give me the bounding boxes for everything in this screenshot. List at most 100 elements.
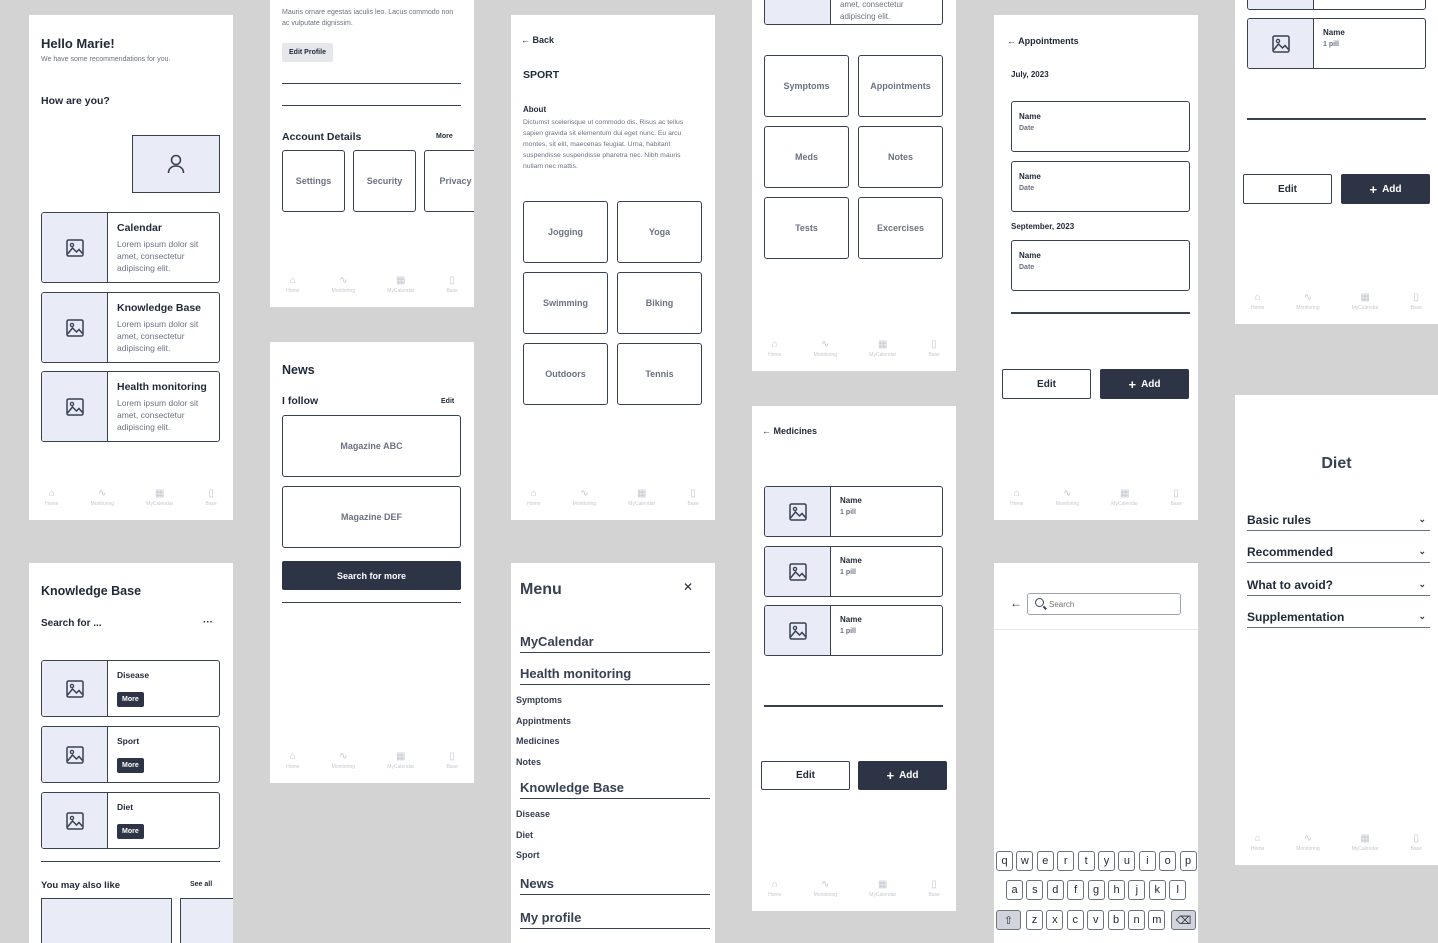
appointment-item[interactable]: Name Date [1011,101,1190,152]
nav-home[interactable]: ⌂ Home [768,879,781,898]
suggestion-card[interactable] [180,898,233,943]
kb-item[interactable]: Disease More [41,660,220,717]
menu-my-profile[interactable]: My profile [520,910,710,929]
menu-item[interactable]: Appintments [516,716,571,726]
edit-profile-button[interactable]: Edit Profile [282,43,333,62]
nav-home[interactable]: ⌂ Home [286,751,299,770]
nav-monitoring[interactable]: ∿ Monitoring [814,339,837,358]
monitoring-tile[interactable]: Notes [858,126,943,188]
back-button[interactable]: ← Back [521,35,554,45]
kb-item[interactable]: Sport More [41,726,220,783]
nav-calendar[interactable]: ▦ MyCalendar [387,275,414,294]
nav-calendar[interactable]: ▦ MyCalendar [1111,488,1138,507]
nav-calendar[interactable]: ▦ MyCalendar [387,751,414,770]
page-title[interactable]: ← Appointments [1007,36,1079,46]
menu-item[interactable]: Symptoms [516,695,562,705]
key-x[interactable]: x [1046,910,1064,930]
sport-tile[interactable]: Jogging [523,201,608,263]
appointment-item[interactable]: Name Date [1011,240,1190,291]
key-d[interactable]: d [1046,880,1064,900]
health-monitoring-card[interactable]: Health monitoring Lorem ipsum dolor sit … [41,371,220,442]
key-o[interactable]: o [1159,851,1177,871]
add-button[interactable]: + Add [1341,174,1430,204]
nav-base[interactable]: ▯ Base [1170,488,1181,507]
avatar[interactable] [132,135,220,193]
see-all-link[interactable]: See all [190,881,212,888]
nav-calendar[interactable]: ▦ MyCalendar [628,488,655,507]
menu-item[interactable]: Medicines [516,736,560,746]
nav-calendar[interactable]: ▦ MyCalendar [1352,833,1379,852]
nav-calendar[interactable]: ▦ MyCalendar [869,339,896,358]
more-link[interactable]: More [436,133,453,140]
sport-tile[interactable]: Outdoors [523,343,608,405]
nav-home[interactable]: ⌂ Home [768,339,781,358]
security-tile[interactable]: Security [353,150,416,212]
accordion-supplementation[interactable]: Supplementation ⌄ [1247,610,1430,628]
nav-base[interactable]: ▯ Base [1411,833,1422,852]
key-h[interactable]: h [1108,880,1125,900]
nav-home[interactable]: ⌂ Home [286,275,299,294]
menu-item[interactable]: Disease [516,809,550,819]
key-t[interactable]: t [1077,851,1095,871]
appointment-item[interactable]: Name Date [1011,161,1190,212]
key-k[interactable]: k [1148,880,1166,900]
nav-base[interactable]: ▯ Base [446,751,457,770]
more-button[interactable]: More [117,758,144,773]
magazine-card[interactable]: Magazine DEF [282,486,461,548]
nav-monitoring[interactable]: ∿ Monitoring [814,879,837,898]
menu-item[interactable]: Notes [516,757,541,767]
more-button[interactable]: More [117,824,144,839]
key-s[interactable]: s [1026,880,1044,900]
pill-item[interactable]: Name 1 pill [1247,18,1426,69]
monitoring-tile[interactable]: Excercises [858,197,943,259]
nav-home[interactable]: ⌂ Home [1251,833,1264,852]
key-q[interactable]: q [996,851,1013,871]
nav-monitoring[interactable]: ∿ Monitoring [332,275,355,294]
add-button[interactable]: + Add [858,761,947,790]
key-l[interactable]: l [1169,880,1187,900]
settings-tile[interactable]: Settings [282,150,345,212]
key-g[interactable]: g [1087,880,1105,900]
menu-news[interactable]: News [520,876,710,895]
monitoring-tile[interactable]: Appointments [858,55,943,117]
medicine-item[interactable]: Name 1 pill [764,605,943,656]
edit-button[interactable]: Edit [1243,174,1332,204]
sport-tile[interactable]: Swimming [523,272,608,334]
top-card[interactable] [1247,0,1426,10]
key-p[interactable]: p [1179,851,1197,871]
backspace-key-icon[interactable]: ⌫ [1171,910,1196,930]
key-e[interactable]: e [1036,851,1054,871]
add-button[interactable]: + Add [1100,369,1189,399]
menu-health-monitoring[interactable]: Health monitoring [520,666,710,685]
more-button[interactable]: More [117,692,144,707]
monitoring-tile[interactable]: Symptoms [764,55,849,117]
sport-tile[interactable]: Yoga [617,201,702,263]
key-v[interactable]: v [1087,910,1105,930]
back-arrow-icon[interactable]: ← [1010,596,1022,610]
key-y[interactable]: y [1098,851,1115,871]
more-options-icon[interactable]: ··· [203,617,213,628]
nav-base[interactable]: ▯ Base [687,488,698,507]
nav-calendar[interactable]: ▦ MyCalendar [1352,292,1379,311]
nav-base[interactable]: ▯ Base [928,879,939,898]
nav-monitoring[interactable]: ∿ Monitoring [1296,833,1319,852]
key-i[interactable]: i [1138,851,1156,871]
shift-key-icon[interactable]: ⇧ [996,910,1021,930]
nav-monitoring[interactable]: ∿ Monitoring [91,488,114,507]
privacy-tile[interactable]: Privacy [424,150,474,212]
medicine-item[interactable]: Name 1 pill [764,486,943,537]
nav-calendar[interactable]: ▦ MyCalendar [146,488,173,507]
key-r[interactable]: r [1057,851,1075,871]
sport-tile[interactable]: Tennis [617,343,702,405]
key-f[interactable]: f [1067,880,1085,900]
menu-mycalendar[interactable]: MyCalendar [520,634,710,653]
page-title[interactable]: ← Medicines [762,426,817,436]
sport-tile[interactable]: Biking [617,272,702,334]
nav-calendar[interactable]: ▦ MyCalendar [869,879,896,898]
nav-base[interactable]: ▯ Base [446,275,457,294]
nav-base[interactable]: ▯ Base [1411,292,1422,311]
key-c[interactable]: c [1066,910,1084,930]
magazine-card[interactable]: Magazine ABC [282,415,461,477]
medicine-item[interactable]: Name 1 pill [764,546,943,597]
nav-base[interactable]: ▯ Base [928,339,939,358]
